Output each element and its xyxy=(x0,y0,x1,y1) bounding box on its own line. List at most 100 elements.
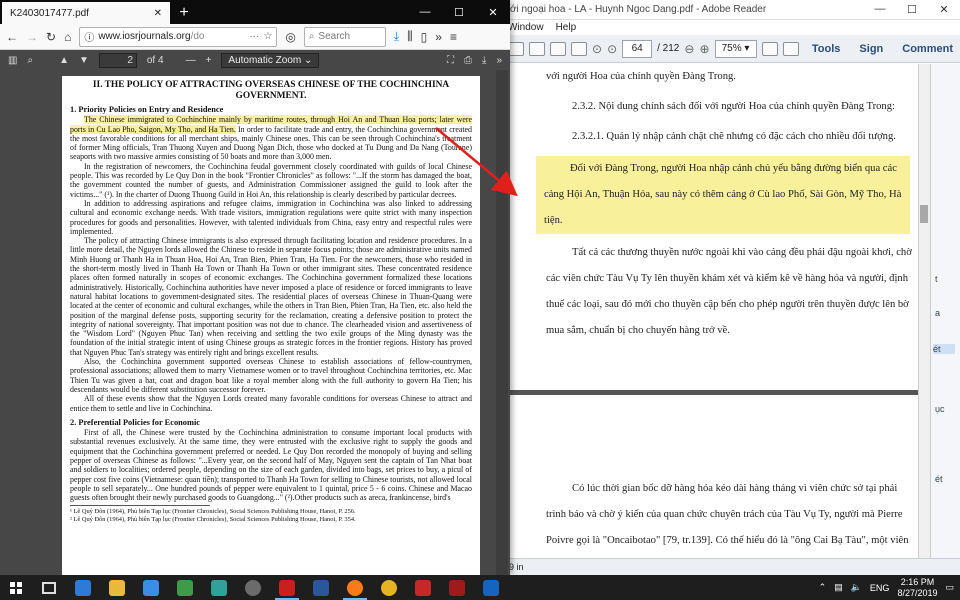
sidebar-icon[interactable]: ▯ xyxy=(421,30,428,44)
taskbar-app-blue[interactable] xyxy=(474,575,508,600)
bookmark-star-icon[interactable]: ☆ xyxy=(263,31,272,42)
side-text: ét xyxy=(935,474,943,484)
tab-close-icon[interactable]: ✕ xyxy=(154,8,162,19)
start-button[interactable] xyxy=(0,575,32,600)
zoom-in-icon[interactable]: + xyxy=(206,55,212,66)
zoom-in-icon[interactable]: ⊕ xyxy=(699,42,709,56)
presentation-mode-icon[interactable]: ⛶ xyxy=(447,55,454,66)
close-icon[interactable]: ✕ xyxy=(928,3,960,16)
taskbar-app-green[interactable] xyxy=(168,575,202,600)
page-number-input[interactable]: 64 xyxy=(622,39,653,58)
footnote: ¹ Lê Quý Đôn (1964), Phủ biên Tạp lục (F… xyxy=(70,508,356,516)
zoom-out-icon[interactable]: ⊖ xyxy=(684,42,694,56)
zoom-select[interactable]: 75% ▾ xyxy=(714,39,757,58)
volume-icon[interactable]: 🔈 xyxy=(851,582,862,593)
paragraph: The policy of attracting Chinese immigra… xyxy=(70,236,472,357)
paragraph: In the registration of newcomers, the Co… xyxy=(70,161,472,199)
notifications-icon[interactable]: ▭ xyxy=(945,582,954,593)
page-down-icon[interactable]: ⊙ xyxy=(607,42,617,56)
app-icon xyxy=(449,579,465,596)
taskbar-file-explorer[interactable] xyxy=(100,575,134,600)
pdf-scrollbar[interactable] xyxy=(496,70,508,575)
page-actions-icon[interactable]: ··· xyxy=(249,31,259,42)
email-icon[interactable] xyxy=(571,41,587,56)
home-icon[interactable]: ⌂ xyxy=(64,30,71,44)
overflow-menu-icon[interactable]: » xyxy=(435,30,442,44)
tools-button[interactable]: Tools xyxy=(805,43,848,55)
sign-button[interactable]: Sign xyxy=(852,43,890,55)
menu-help[interactable]: Help xyxy=(556,22,577,33)
minimize-icon[interactable]: — xyxy=(408,6,442,18)
page-up-icon[interactable]: ⊙ xyxy=(592,42,602,56)
reader-view-icon[interactable]: ◎ xyxy=(285,30,295,44)
back-icon[interactable]: ← xyxy=(6,30,18,44)
taskbar-settings[interactable] xyxy=(236,575,270,600)
download-pdf-icon[interactable]: ⤓ xyxy=(482,55,486,66)
menu-window[interactable]: Window xyxy=(508,22,544,33)
search-input[interactable]: ⌕ Search xyxy=(303,26,386,47)
minimize-icon[interactable]: — xyxy=(864,3,896,16)
hamburger-menu-icon[interactable]: ≡ xyxy=(450,30,457,44)
url-bar[interactable]: ⓘ www.iosrjournals.org/do ··· ☆ xyxy=(79,26,278,47)
adobe-reader-window: ới ngoại hoa - LA - Huynh Ngoc Dang.pdf … xyxy=(500,0,960,575)
maximize-icon[interactable]: ☐ xyxy=(896,3,928,16)
network-icon[interactable]: ▤ xyxy=(834,582,843,593)
open-folder-icon[interactable] xyxy=(508,41,524,56)
print-icon[interactable] xyxy=(550,41,566,56)
taskbar-word[interactable] xyxy=(304,575,338,600)
reload-icon[interactable]: ↻ xyxy=(46,30,56,44)
search-placeholder: Search xyxy=(318,31,351,42)
store-icon xyxy=(143,579,159,596)
new-tab-icon[interactable]: + xyxy=(170,2,198,24)
zoom-out-icon[interactable]: — xyxy=(186,55,196,66)
tools-icon[interactable]: » xyxy=(496,55,502,66)
reader-subsubheading: 2.3.2.1. Quản lý nhập cảnh chặt chẽ nhưn… xyxy=(572,131,896,142)
reader-scrollbar[interactable] xyxy=(918,64,930,558)
previous-page-icon[interactable]: ▲ xyxy=(59,55,69,66)
tab-pdf[interactable]: K2403017477.pdf ✕ xyxy=(2,2,170,24)
taskbar: ⌃ ▤ 🔈 ENG 2:16 PM 8/27/2019 ▭ xyxy=(0,575,960,600)
side-text: ục xyxy=(935,404,945,414)
taskbar-app-dark-red[interactable] xyxy=(440,575,474,600)
pdf-viewer: II. THE POLICY OF ATTRACTING OVERSEAS CH… xyxy=(0,70,510,575)
system-tray: ⌃ ▤ 🔈 ENG 2:16 PM 8/27/2019 ▭ xyxy=(819,577,960,599)
taskbar-store[interactable] xyxy=(134,575,168,600)
close-icon[interactable]: ✕ xyxy=(476,6,510,19)
download-icon[interactable]: ⤓ xyxy=(394,29,399,44)
app-icon xyxy=(483,579,499,596)
library-icon[interactable]: ⫼ xyxy=(407,29,413,44)
comment-bubble-icon[interactable] xyxy=(782,41,799,56)
save-icon[interactable] xyxy=(529,41,545,56)
show-hidden-icons-icon[interactable]: ⌃ xyxy=(819,582,827,593)
taskbar-app-red[interactable] xyxy=(406,575,440,600)
clock-date: 8/27/2019 xyxy=(897,587,938,598)
footnote: ² Lê Quý Đôn (1964), Phủ biên Tạp lục (F… xyxy=(70,516,356,524)
reader-titlebar: ới ngoại hoa - LA - Huynh Ngoc Dang.pdf … xyxy=(500,0,960,20)
reader-scroll-thumb[interactable] xyxy=(920,205,928,223)
page-separator xyxy=(510,390,918,395)
search-icon: ⌕ xyxy=(308,31,315,42)
taskbar-edge[interactable] xyxy=(66,575,100,600)
paper-heading: II. THE POLICY OF ATTRACTING OVERSEAS CH… xyxy=(92,80,450,101)
page-total: / 212 xyxy=(657,43,680,54)
forward-icon[interactable]: → xyxy=(26,30,38,44)
taskbar-task-view[interactable] xyxy=(32,575,66,600)
language-indicator[interactable]: ENG xyxy=(870,583,890,593)
paragraph: In addition to addressing aspirations an… xyxy=(70,198,472,236)
taskbar-chrome[interactable] xyxy=(372,575,406,600)
print-icon[interactable]: ⎙ xyxy=(464,55,472,66)
taskbar-app-teal[interactable] xyxy=(202,575,236,600)
maximize-icon[interactable]: ☐ xyxy=(442,6,476,19)
comment-button[interactable]: Comment xyxy=(895,43,960,55)
info-icon[interactable]: ⓘ xyxy=(84,29,94,44)
adobe-reader-icon xyxy=(279,579,295,596)
fit-page-icon[interactable] xyxy=(761,41,778,56)
toggle-sidebar-icon[interactable]: ▥ xyxy=(8,55,17,66)
find-icon[interactable]: ⌕ xyxy=(27,55,33,66)
taskbar-adobe-reader[interactable] xyxy=(270,575,304,600)
pdf-zoom-select[interactable]: Automatic Zoom ⌄ xyxy=(221,52,320,68)
pdf-page-input[interactable]: 2 xyxy=(98,52,137,68)
taskbar-firefox[interactable] xyxy=(338,575,372,600)
next-page-icon[interactable]: ▼ xyxy=(79,55,89,66)
clock[interactable]: 2:16 PM 8/27/2019 xyxy=(897,577,937,599)
